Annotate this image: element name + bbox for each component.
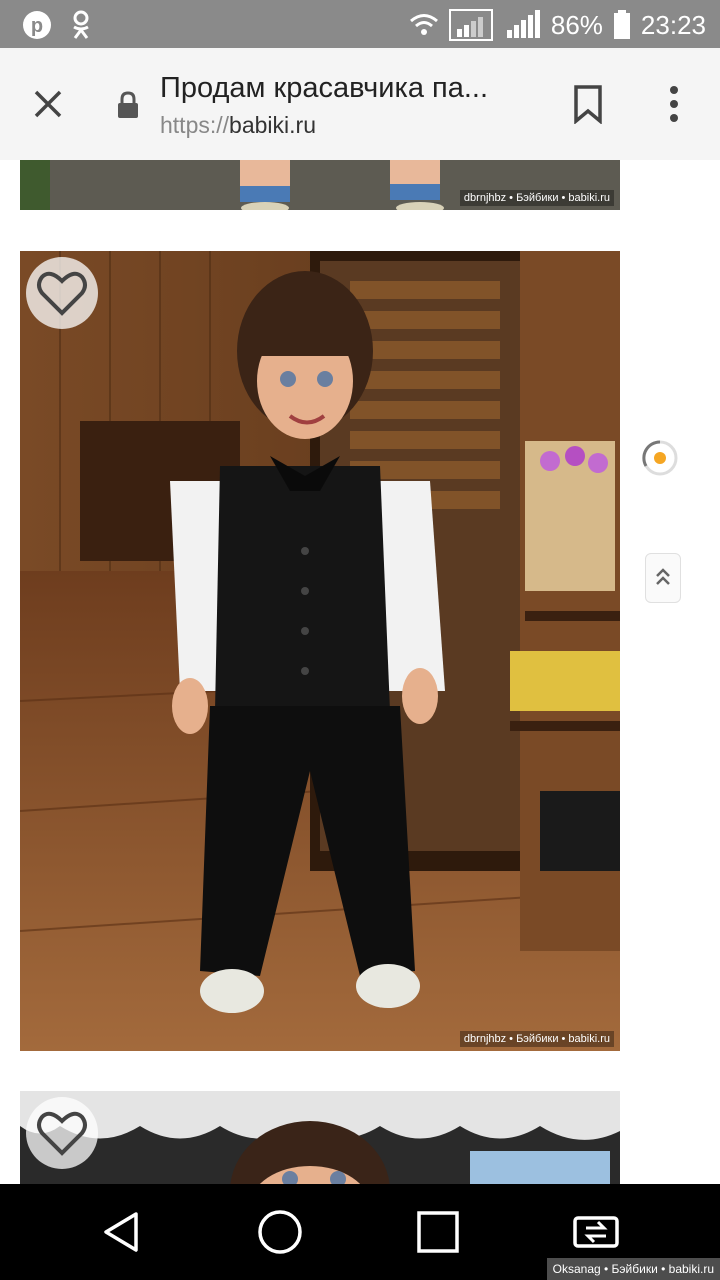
lock-icon (118, 91, 138, 118)
battery-percent: 86% (550, 9, 603, 40)
double-chevron-up-icon (656, 568, 670, 585)
status-bar: p 86% 23:23 (0, 0, 720, 48)
photo-2[interactable]: dbrnjhbz • Бэйбики • babiki.ru (20, 251, 620, 1051)
photo-watermark: dbrnjhbz • Бэйбики • babiki.ru (459, 1031, 614, 1047)
page-title[interactable]: Продам красавчика па... (160, 72, 540, 105)
favorite-button[interactable] (26, 257, 98, 329)
scroll-to-top-button[interactable] (645, 553, 681, 603)
android-navigation-bar: Oksanag • Бэйбики • babiki.ru (0, 1184, 720, 1280)
url-display[interactable]: https://babiki.ru (160, 112, 316, 139)
photo-3-art (20, 1091, 620, 1184)
home-icon[interactable] (256, 1208, 304, 1256)
more-menu-icon[interactable] (664, 84, 684, 124)
favorite-button[interactable] (26, 1097, 98, 1169)
photo-3[interactable] (20, 1091, 620, 1184)
loading-spinner-icon (642, 440, 678, 476)
back-icon[interactable] (98, 1208, 146, 1256)
photo-watermark: dbrnjhbz • Бэйбики • babiki.ru (459, 190, 614, 206)
signal-2-icon (506, 10, 540, 38)
signal-1-icon (448, 9, 493, 41)
page-content[interactable]: dbrnjhbz • Бэйбики • babiki.ru dbrnjhbz … (0, 160, 720, 1184)
heart-icon (37, 1111, 87, 1156)
photo-1[interactable]: dbrnjhbz • Бэйбики • babiki.ru (20, 160, 620, 210)
clock: 23:23 (640, 9, 706, 40)
odnoklassniki-icon (73, 10, 89, 39)
heart-icon (37, 271, 87, 316)
svg-text:p: p (31, 15, 43, 37)
url-host: babiki.ru (229, 112, 316, 138)
url-scheme: https:// (160, 112, 230, 138)
recent-apps-icon[interactable] (414, 1208, 462, 1256)
pinterest-icon: p (23, 11, 51, 39)
photo-2-art (20, 251, 620, 1051)
bookmark-icon[interactable] (572, 84, 604, 124)
bottom-watermark: Oksanag • Бэйбики • babiki.ru (546, 1258, 720, 1280)
battery-icon (613, 10, 630, 39)
browser-toolbar: Продам красавчика па... https://babiki.r… (0, 48, 720, 161)
switch-app-icon[interactable] (572, 1208, 620, 1256)
wifi-icon (409, 14, 438, 35)
close-icon[interactable] (28, 84, 68, 124)
